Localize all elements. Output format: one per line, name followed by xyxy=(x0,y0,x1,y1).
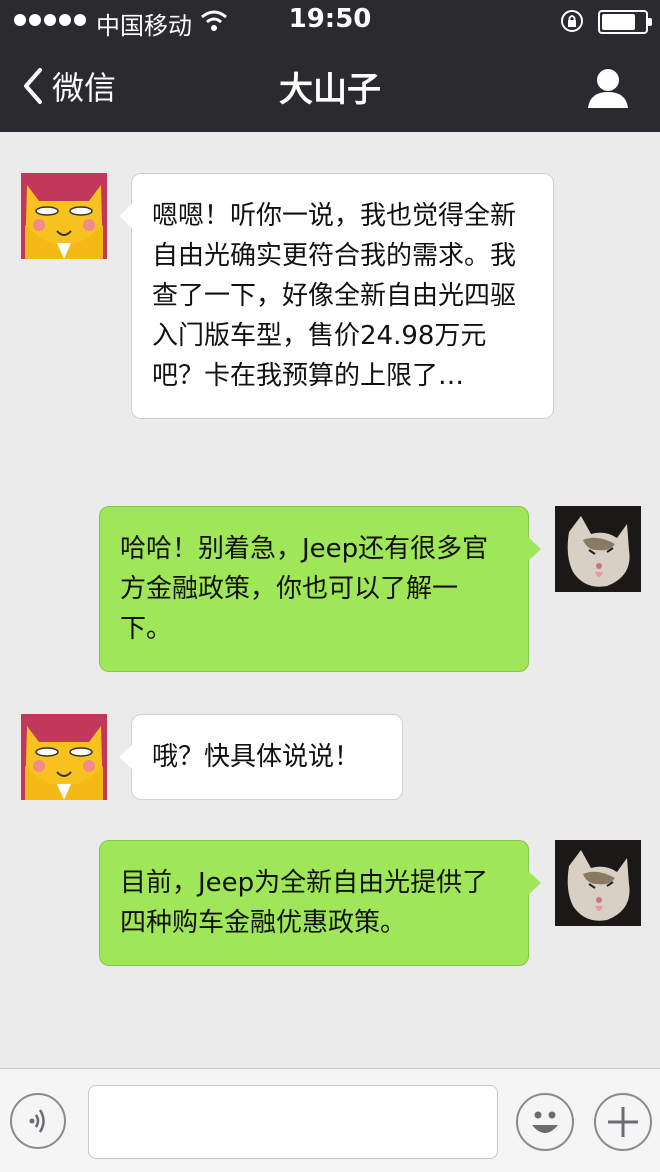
message-text: 嗯嗯！听你一说，我也觉得全新自由光确实更符合我的需求。我查了一下，好像全新自由光… xyxy=(152,201,517,391)
yellow-cat-avatar[interactable] xyxy=(21,714,107,800)
battery-level xyxy=(602,14,636,30)
emoji-icon xyxy=(532,1111,558,1133)
status-bar: 中国移动 19:50 xyxy=(0,0,660,44)
message-text: 哈哈！别着急，Jeep还有很多官方金融政策，你也可以了解一下。 xyxy=(120,534,489,644)
chat-area[interactable]: 嗯嗯！听你一说，我也觉得全新自由光确实更符合我的需求。我查了一下，好像全新自由光… xyxy=(0,132,660,1068)
chat-title: 大山子 xyxy=(279,70,381,110)
cat-photo-avatar[interactable] xyxy=(555,840,641,926)
emoji-button[interactable] xyxy=(516,1093,574,1151)
plus-icon xyxy=(608,1107,638,1137)
outgoing-message-bubble[interactable]: 目前，Jeep为全新自由光提供了四种购车金融优惠政策。 xyxy=(99,840,541,966)
rotation-lock-icon xyxy=(561,10,583,32)
outgoing-message-bubble[interactable]: 哈哈！别着急，Jeep还有很多官方金融政策，你也可以了解一下。 xyxy=(99,506,541,672)
plus-button[interactable] xyxy=(594,1093,652,1151)
cat-photo-avatar[interactable] xyxy=(555,506,641,592)
profile-icon[interactable] xyxy=(586,66,630,110)
navigation-bar: 中国移动 19:50 微信 大山子 xyxy=(0,0,660,132)
message-text: 哦？快具体说说！ xyxy=(152,742,361,772)
yellow-cat-avatar[interactable] xyxy=(21,173,107,259)
battery-icon xyxy=(598,10,652,34)
incoming-message-bubble[interactable]: 嗯嗯！听你一说，我也觉得全新自由光确实更符合我的需求。我查了一下，好像全新自由光… xyxy=(119,173,554,419)
voice-button[interactable] xyxy=(10,1093,66,1149)
input-bar xyxy=(0,1068,660,1172)
voice-icon xyxy=(29,1109,45,1133)
incoming-message-bubble[interactable]: 哦？快具体说说！ xyxy=(119,714,403,800)
message-input[interactable] xyxy=(88,1085,498,1159)
message-text: 目前，Jeep为全新自由光提供了四种购车金融优惠政策。 xyxy=(120,868,489,938)
